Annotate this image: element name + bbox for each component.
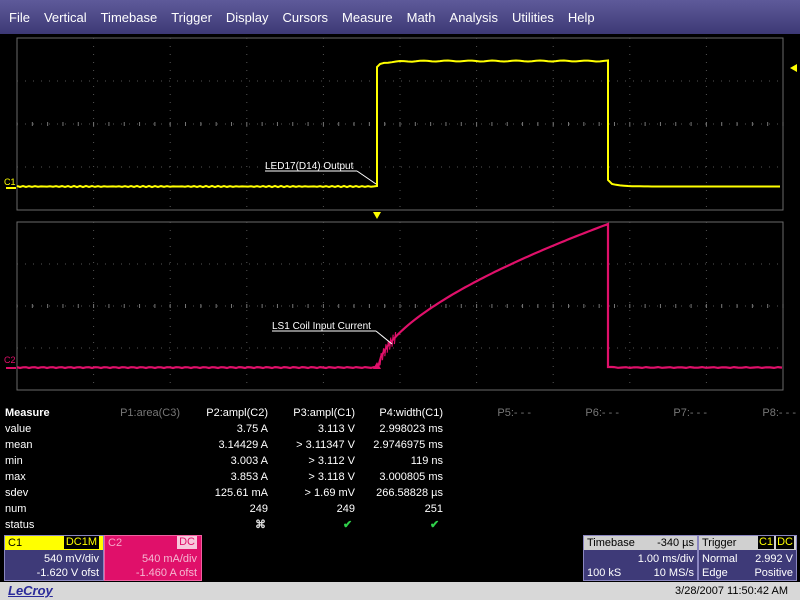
measure-row-label-mean: mean (5, 439, 33, 451)
measure-row-label-sdev: sdev (5, 487, 29, 499)
measure-row-label-num: num (5, 503, 27, 515)
timebase-rate: 10 MS/s (653, 567, 694, 579)
trigger-coupling: DC (776, 536, 794, 549)
measure-p2-value: 249 (249, 503, 268, 515)
c2-annotation: LS1 Coil Input Current (272, 321, 371, 332)
c1-annotation: LED17(D14) Output (265, 161, 354, 172)
measure-header-p7: P7:- - - (673, 407, 707, 419)
menu-vertical[interactable]: Vertical (37, 10, 94, 25)
measure-p3-value: 3.113 V (317, 423, 355, 435)
measure-p4-value: 3.000805 ms (379, 471, 443, 483)
status-ok-icon: ✔ (343, 519, 353, 531)
trigger-box[interactable]: Trigger C1 DC Normal 2.992 V Edge Positi… (698, 535, 797, 581)
c1-annotation-pointer (356, 170, 377, 185)
measure-title: Measure (5, 407, 50, 419)
status-ok-icon: ✔ (430, 519, 440, 531)
measure-p2-value: 3.14429 A (218, 439, 268, 451)
menu-measure[interactable]: Measure (335, 10, 400, 25)
timebase-tdiv: 1.00 ms/div (637, 553, 694, 565)
trigger-label: Trigger (702, 537, 737, 549)
trigger-position-marker-c1[interactable] (373, 212, 381, 219)
measure-p3-value: 249 (336, 503, 355, 515)
c2-label: C2 (108, 537, 123, 549)
measure-row-label-status: status (5, 519, 35, 531)
measure-p3-value: > 3.11347 V (296, 439, 355, 451)
measure-p4-value: 2.9746975 ms (373, 439, 443, 451)
bottom-status-bar: LeCroy 3/28/2007 11:50:42 AM (0, 582, 800, 600)
c1-label: C1 (8, 537, 23, 549)
measure-row-label-min: min (5, 455, 23, 467)
trigger-source: C1 (757, 536, 774, 549)
measure-p4-value: 251 (424, 503, 443, 515)
c1-marker[interactable]: C1 (4, 177, 16, 187)
trigger-level-marker[interactable] (790, 64, 797, 72)
c2-channel-box[interactable]: C2 DC 540 mA/div -1.460 A ofst (104, 535, 202, 581)
menu-utilities[interactable]: Utilities (505, 10, 561, 25)
waveform-c2 (16, 222, 783, 370)
status-warning-icon: ⌘ (255, 519, 266, 531)
menu-trigger[interactable]: Trigger (164, 10, 219, 25)
measure-header-p1: P1:area(C3) (120, 407, 180, 419)
timebase-label: Timebase (587, 537, 635, 549)
measure-p2-value: 3.003 A (230, 455, 268, 467)
menu-timebase[interactable]: Timebase (94, 10, 165, 25)
menu-file[interactable]: File (0, 10, 37, 25)
c1-channel-box[interactable]: C1 DC1M 540 mV/div -1.620 V ofst (4, 535, 104, 581)
measure-p3-value: > 3.118 V (308, 471, 355, 483)
measure-header-p4: P4:width(C1) (379, 407, 443, 419)
measure-header-p6: P6:- - - (585, 407, 619, 419)
measure-row-label-value: value (5, 423, 32, 435)
trigger-slope: Positive (754, 567, 793, 579)
trigger-type: Edge (702, 567, 728, 579)
menu-math[interactable]: Math (400, 10, 443, 25)
datetime: 3/28/2007 11:50:42 AM (675, 585, 788, 597)
c2-marker[interactable]: C2 (4, 355, 16, 365)
measure-table: Measure P1:area(C3) P2:ampl(C2) P3:ampl(C1)… (0, 404, 800, 534)
measure-header-p2: P2:ampl(C2) (206, 407, 268, 419)
measure-p2-value: 3.75 A (236, 423, 268, 435)
trigger-mode: Normal (702, 553, 738, 565)
timebase-samples: 100 kS (587, 567, 622, 579)
c2-offset: -1.460 A ofst (135, 567, 197, 579)
measure-p3-value: > 3.112 V (308, 455, 355, 467)
c1-vdiv: 540 mV/div (43, 553, 99, 565)
measure-header-p5: P5:- - - (497, 407, 531, 419)
measure-p4-value: 119 ns (410, 455, 443, 467)
measure-p2-value: 125.61 mA (214, 487, 268, 499)
measure-header-p8: P8:- - - (762, 407, 796, 419)
c2-vdiv: 540 mA/div (141, 553, 197, 565)
grid-c1 (16, 37, 784, 211)
ripple-c2 (379, 332, 397, 366)
menu-display[interactable]: Display (219, 10, 276, 25)
measure-p4-value: 266.58828 µs (376, 487, 443, 499)
c1-offset: -1.620 V ofst (36, 567, 99, 579)
measure-p4-value: 2.998023 ms (379, 423, 443, 435)
measure-header-p3: P3:ampl(C1) (293, 407, 355, 419)
menu-analysis[interactable]: Analysis (443, 10, 505, 25)
waveform-display: C1 C2 LED17(D14) Output LS1 Coil Input C… (4, 37, 797, 391)
trigger-level: 2.992 V (755, 553, 793, 565)
brand-logo: LeCroy (8, 583, 53, 598)
measure-row-label-max: max (5, 471, 26, 483)
c2-coupling: DC (177, 536, 197, 549)
menu-cursors[interactable]: Cursors (276, 10, 336, 25)
c1-coupling: DC1M (63, 536, 99, 549)
menu-help[interactable]: Help (561, 10, 602, 25)
grid-c2 (16, 221, 784, 391)
c2-annotation-pointer (375, 330, 393, 345)
measure-p2-value: 3.853 A (230, 471, 268, 483)
timebase-delay: -340 µs (657, 537, 694, 549)
measure-p3-value: > 1.69 mV (304, 487, 355, 499)
menu-bar: File Vertical Timebase Trigger Display Cursor… (0, 0, 800, 34)
timebase-box[interactable]: Timebase -340 µs 1.00 ms/div 100 kS 10 M… (583, 535, 698, 581)
